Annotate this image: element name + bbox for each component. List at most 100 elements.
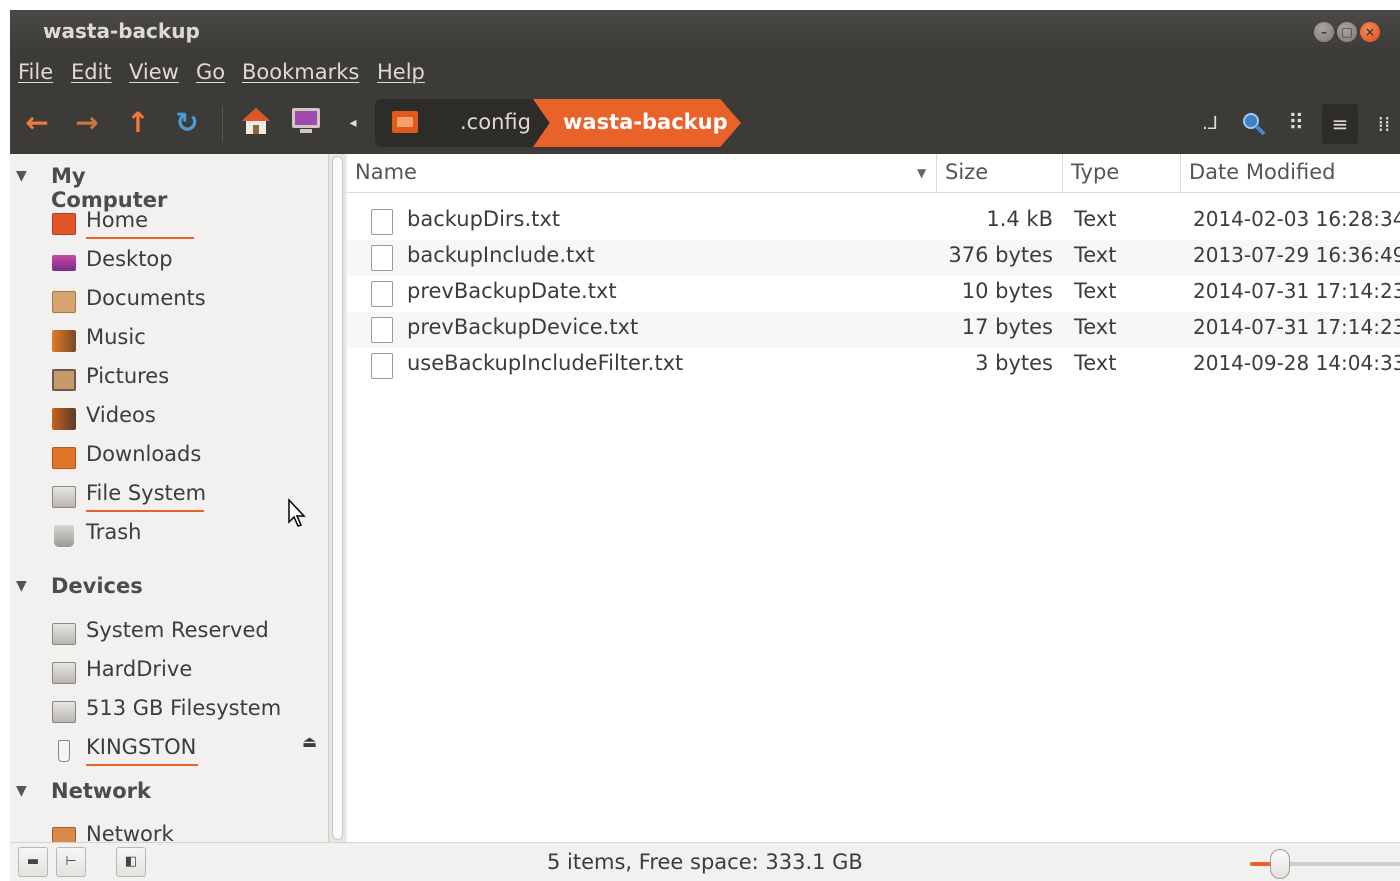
status-text: 5 items, Free space: 333.1 GB bbox=[547, 850, 863, 874]
column-header-label: Type bbox=[1071, 160, 1120, 184]
file-type: Text bbox=[1074, 351, 1117, 375]
sidebar-item-label: KINGSTON bbox=[86, 735, 197, 759]
file-name: prevBackupDate.txt bbox=[407, 279, 617, 303]
drive-icon bbox=[52, 623, 76, 645]
menu-bar: File Edit View Go Bookmarks Help bbox=[10, 52, 1400, 94]
home-icon-graphic bbox=[242, 108, 270, 134]
mount-underline bbox=[86, 237, 194, 239]
table-row[interactable]: useBackupIncludeFilter.txt 3 bytes Text … bbox=[347, 348, 1400, 384]
trash-icon bbox=[54, 525, 74, 547]
music-icon bbox=[52, 330, 76, 352]
search-icon-graphic bbox=[1243, 113, 1266, 136]
sidebar-scrollbar[interactable] bbox=[328, 154, 346, 842]
zoom-slider-handle[interactable] bbox=[1270, 849, 1290, 879]
window-title: wasta-backup bbox=[43, 19, 200, 43]
sidebar-item-label: Desktop bbox=[86, 247, 173, 271]
breadcrumb-config-label: .config bbox=[460, 110, 531, 134]
file-date-modified: 2014-07-31 17:14:23 bbox=[1193, 315, 1400, 339]
close-icon: × bbox=[1364, 25, 1376, 39]
file-size: 3 bytes bbox=[975, 351, 1053, 375]
home-icon[interactable] bbox=[239, 106, 273, 140]
sidebar-item-label: Trash bbox=[86, 520, 142, 544]
back-arrow-icon[interactable]: ← bbox=[20, 106, 54, 140]
file-size: 10 bytes bbox=[961, 279, 1053, 303]
column-header-date-modified[interactable]: Date Modified bbox=[1181, 154, 1400, 193]
drive-icon bbox=[52, 662, 76, 684]
menu-help[interactable]: Help bbox=[377, 60, 425, 84]
usb-drive-icon bbox=[58, 740, 70, 762]
computer-icon-graphic bbox=[292, 108, 320, 133]
compact-view-icon[interactable]: ⁞⁞ bbox=[1366, 104, 1400, 144]
column-header-size[interactable]: Size bbox=[937, 154, 1063, 193]
column-header-label: Date Modified bbox=[1189, 160, 1336, 184]
search-icon[interactable] bbox=[1236, 104, 1272, 144]
menu-view[interactable]: View bbox=[129, 60, 179, 84]
text-file-icon bbox=[371, 353, 393, 379]
menu-edit[interactable]: Edit bbox=[71, 60, 112, 84]
toolbar: ← → ↑ ↻ ◂ .config wasta-backup .⅃ ⠿ ≡ ⁞⁞ bbox=[10, 94, 1400, 154]
show-places-button[interactable]: ▬ bbox=[18, 847, 48, 877]
eject-icon[interactable]: ⏏ bbox=[302, 732, 317, 751]
breadcrumb-active-label: wasta-backup bbox=[563, 110, 728, 134]
forward-arrow-icon[interactable]: → bbox=[70, 106, 104, 140]
hide-sidebar-button[interactable]: ◧ bbox=[116, 847, 146, 877]
title-bar[interactable]: wasta-backup – □ × bbox=[10, 10, 1400, 52]
text-file-icon bbox=[371, 281, 393, 307]
column-header-type[interactable]: Type bbox=[1063, 154, 1181, 193]
minimize-button[interactable]: – bbox=[1314, 22, 1334, 42]
menu-go[interactable]: Go bbox=[196, 60, 225, 84]
table-row[interactable]: backupInclude.txt 376 bytes Text 2013-07… bbox=[347, 240, 1400, 276]
table-row[interactable]: backupDirs.txt 1.4 kB Text 2014-02-03 16… bbox=[347, 204, 1400, 240]
file-size: 17 bytes bbox=[961, 315, 1053, 339]
sidebar-item-label: System Reserved bbox=[86, 618, 269, 642]
file-name: backupDirs.txt bbox=[407, 207, 561, 231]
treeview-icon: ⊢ bbox=[65, 854, 77, 869]
file-list: Name ▼ Size Type Date Modified backupDir… bbox=[347, 154, 1400, 842]
maximize-icon: □ bbox=[1341, 25, 1353, 39]
file-type: Text bbox=[1074, 279, 1117, 303]
toolbar-separator bbox=[222, 106, 223, 142]
bookmark-location-icon[interactable]: .⅃ bbox=[1192, 104, 1228, 144]
places-icon: ▬ bbox=[26, 854, 40, 869]
menu-bookmarks[interactable]: Bookmarks bbox=[242, 60, 359, 84]
expand-triangle-icon: ▼ bbox=[16, 168, 27, 184]
file-date-modified: 2014-02-03 16:28:34 bbox=[1193, 207, 1400, 231]
maximize-button[interactable]: □ bbox=[1337, 22, 1357, 42]
icon-view-icon[interactable]: ⠿ bbox=[1278, 104, 1314, 144]
breadcrumb-root[interactable] bbox=[375, 99, 445, 147]
file-size: 376 bytes bbox=[948, 243, 1053, 267]
column-header-label: Size bbox=[945, 160, 989, 184]
sort-descending-icon: ▼ bbox=[917, 166, 927, 180]
column-header-name[interactable]: Name ▼ bbox=[347, 154, 937, 193]
toggle-location-icon[interactable]: ◂ bbox=[336, 106, 370, 140]
scrollbar-thumb[interactable] bbox=[332, 156, 343, 840]
file-date-modified: 2013-07-29 16:36:49 bbox=[1193, 243, 1400, 267]
file-date-modified: 2014-07-31 17:14:23 bbox=[1193, 279, 1400, 303]
show-treeview-button[interactable]: ⊢ bbox=[56, 847, 86, 877]
expand-triangle-icon: ▼ bbox=[16, 578, 27, 594]
menu-file[interactable]: File bbox=[18, 60, 53, 84]
sidebar-item-label: Videos bbox=[86, 403, 156, 427]
breadcrumb-wasta-backup[interactable]: wasta-backup bbox=[533, 99, 741, 147]
sidebar-item-label: Pictures bbox=[86, 364, 170, 388]
file-size: 1.4 kB bbox=[986, 207, 1053, 231]
table-row[interactable]: prevBackupDevice.txt 17 bytes Text 2014-… bbox=[347, 312, 1400, 348]
file-type: Text bbox=[1074, 207, 1117, 231]
sidebar-section-title: My Computer bbox=[51, 164, 168, 212]
sidebar-item-label: Home bbox=[86, 208, 149, 232]
table-row[interactable]: prevBackupDate.txt 10 bytes Text 2014-07… bbox=[347, 276, 1400, 312]
list-view-icon[interactable]: ≡ bbox=[1322, 104, 1358, 144]
up-arrow-icon[interactable]: ↑ bbox=[121, 106, 155, 140]
text-file-icon bbox=[371, 317, 393, 343]
status-bar: ▬ ⊢ ◧ 5 items, Free space: 333.1 GB bbox=[10, 842, 1400, 881]
downloads-icon bbox=[52, 447, 76, 469]
reload-icon[interactable]: ↻ bbox=[170, 106, 204, 140]
drive-icon bbox=[52, 701, 76, 723]
text-file-icon bbox=[371, 245, 393, 271]
sidebar-item-label: 513 GB Filesystem bbox=[86, 696, 282, 720]
close-button[interactable]: × bbox=[1360, 22, 1380, 42]
computer-icon[interactable] bbox=[289, 106, 323, 140]
file-date-modified: 2014-09-28 14:04:33 bbox=[1193, 351, 1400, 375]
sidebar-item-label: Music bbox=[86, 325, 146, 349]
sidebar-toggle-icon: ◧ bbox=[124, 854, 138, 869]
